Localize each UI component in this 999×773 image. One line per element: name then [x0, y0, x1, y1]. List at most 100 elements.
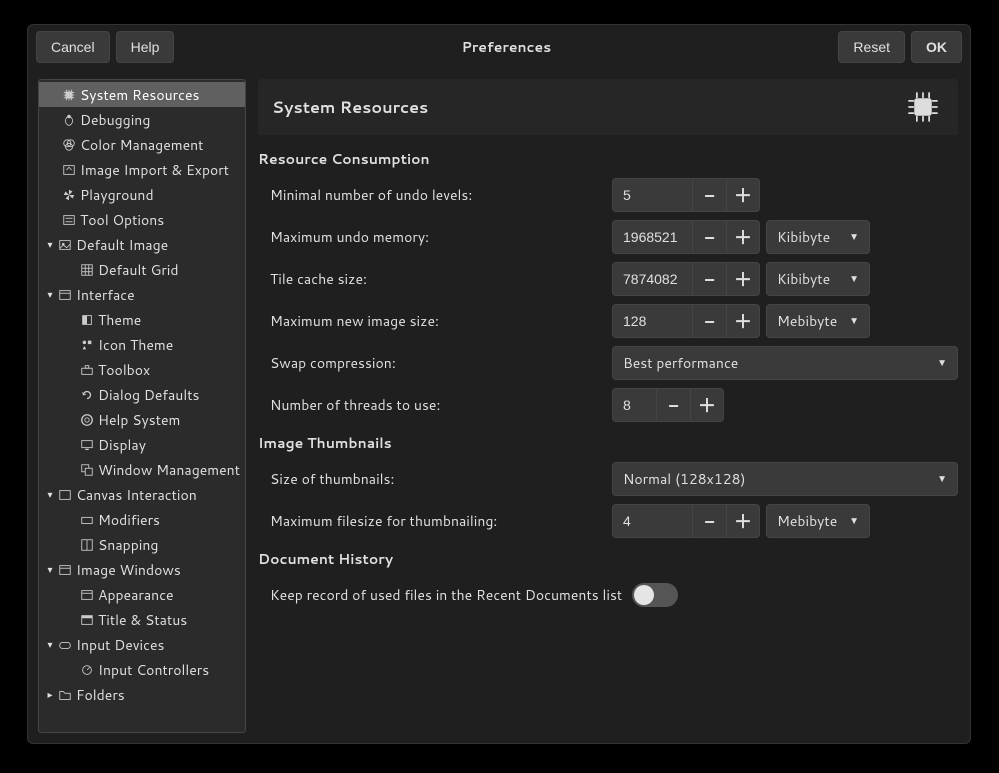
dropdown-label: Normal (128x128): [623, 469, 929, 489]
sidebar-item-folders[interactable]: ▸ Folders: [39, 682, 245, 707]
sidebar-item-display[interactable]: Display: [39, 432, 245, 457]
thumb-size-dropdown[interactable]: Normal (128x128) ▼: [612, 462, 958, 496]
cancel-button[interactable]: Cancel: [36, 31, 110, 63]
plus-button[interactable]: ＋: [726, 504, 760, 538]
undo-levels-input[interactable]: [612, 178, 692, 212]
chevron-right-icon[interactable]: ▸: [43, 688, 57, 702]
chevron-down-icon[interactable]: ▾: [43, 288, 57, 302]
minus-button[interactable]: −: [656, 388, 690, 422]
sidebar-item-system-resources[interactable]: System Resources: [39, 82, 245, 107]
swap-compression-dropdown[interactable]: Best performance ▼: [612, 346, 958, 380]
sidebar-item-image-windows[interactable]: ▾ Image Windows: [39, 557, 245, 582]
help-button[interactable]: Help: [116, 31, 175, 63]
row-undo-memory: Maximum undo memory: − ＋ Kibibyte ▼: [258, 219, 958, 255]
chevron-down-icon[interactable]: ▾: [43, 638, 57, 652]
lifebuoy-icon: [79, 412, 95, 428]
chevron-down-icon[interactable]: ▾: [43, 238, 57, 252]
threads-input[interactable]: [612, 388, 656, 422]
undo-memory-input[interactable]: [612, 220, 692, 254]
tile-cache-unit-dropdown[interactable]: Kibibyte ▼: [766, 262, 870, 296]
panel-content: System Resources Resource Consumption Mi…: [258, 79, 960, 733]
sidebar-item-modifiers[interactable]: Modifiers: [39, 507, 245, 532]
category-tree[interactable]: System Resources Debugging Color Managem…: [38, 79, 246, 733]
sidebar-item-icon-theme[interactable]: Icon Theme: [39, 332, 245, 357]
sidebar-item-toolbox[interactable]: Toolbox: [39, 357, 245, 382]
sidebar-item-color-management[interactable]: Color Management: [39, 132, 245, 157]
dropdown-label: Kibibyte: [777, 269, 841, 289]
icon-theme-icon: [79, 337, 95, 353]
chevron-down-icon: ▼: [849, 272, 859, 286]
sidebar-item-theme[interactable]: Theme: [39, 307, 245, 332]
sidebar-item-snapping[interactable]: Snapping: [39, 532, 245, 557]
max-new-image-input[interactable]: [612, 304, 692, 338]
sidebar-item-image-import-export[interactable]: Image Import & Export: [39, 157, 245, 182]
sidebar-item-label: Image Windows: [76, 560, 181, 580]
folder-icon: [57, 687, 73, 703]
chip-icon: [61, 87, 77, 103]
plus-button[interactable]: ＋: [726, 262, 760, 296]
ok-button[interactable]: OK: [911, 31, 962, 63]
thumb-max-filesize-unit-dropdown[interactable]: Mebibyte ▼: [766, 504, 870, 538]
keep-recent-toggle[interactable]: [632, 583, 678, 607]
sidebar-item-label: Icon Theme: [98, 335, 173, 355]
dropdown-label: Mebibyte: [777, 311, 841, 331]
sidebar-item-interface[interactable]: ▾ Interface: [39, 282, 245, 307]
sidebar-item-label: Canvas Interaction: [76, 485, 197, 505]
chevron-down-icon[interactable]: ▾: [43, 563, 57, 577]
sidebar-item-canvas-interaction[interactable]: ▾ Canvas Interaction: [39, 482, 245, 507]
max-new-image-unit-dropdown[interactable]: Mebibyte ▼: [766, 304, 870, 338]
import-export-icon: [61, 162, 77, 178]
undo-memory-unit-dropdown[interactable]: Kibibyte ▼: [766, 220, 870, 254]
sidebar-item-window-management[interactable]: Window Management: [39, 457, 245, 482]
sidebar-item-default-image[interactable]: ▾ Default Image: [39, 232, 245, 257]
sidebar-item-tool-options[interactable]: Tool Options: [39, 207, 245, 232]
minus-button[interactable]: −: [692, 220, 726, 254]
toggle-knob: [634, 585, 654, 605]
section-image-thumbnails: Image Thumbnails: [258, 433, 958, 453]
appearance-icon: [79, 587, 95, 603]
canvas-icon: [57, 487, 73, 503]
titlebar: Cancel Help Preferences Reset OK: [28, 25, 970, 69]
label-tile-cache: Tile cache size:: [258, 269, 612, 289]
panel-title: System Resources: [272, 96, 902, 119]
label-thumb-max-filesize: Maximum filesize for thumbnailing:: [258, 511, 612, 531]
plus-button[interactable]: ＋: [726, 220, 760, 254]
minus-button[interactable]: −: [692, 178, 726, 212]
thumb-max-filesize-input[interactable]: [612, 504, 692, 538]
color-circles-icon: [61, 137, 77, 153]
chevron-down-icon: ▼: [937, 356, 947, 370]
sidebar-item-input-devices[interactable]: ▾ Input Devices: [39, 632, 245, 657]
plus-button[interactable]: ＋: [726, 304, 760, 338]
plus-button[interactable]: ＋: [726, 178, 760, 212]
sidebar-item-title-status[interactable]: Title & Status: [39, 607, 245, 632]
sidebar-item-input-controllers[interactable]: Input Controllers: [39, 657, 245, 682]
sidebar-item-label: Theme: [98, 310, 141, 330]
sidebar-item-appearance[interactable]: Appearance: [39, 582, 245, 607]
sidebar-item-label: Image Import & Export: [80, 160, 229, 180]
row-swap-compression: Swap compression: Best performance ▼: [258, 345, 958, 381]
minus-button[interactable]: −: [692, 262, 726, 296]
row-keep-recent: Keep record of used files in the Recent …: [258, 577, 958, 613]
toolbox-icon: [79, 362, 95, 378]
window-icon: [57, 287, 73, 303]
label-thumb-size: Size of thumbnails:: [258, 469, 612, 489]
spin-undo-levels: − ＋: [612, 178, 760, 212]
sidebar-item-help-system[interactable]: Help System: [39, 407, 245, 432]
sidebar-item-playground[interactable]: Playground: [39, 182, 245, 207]
chevron-down-icon[interactable]: ▾: [43, 488, 57, 502]
window-icon: [57, 562, 73, 578]
reset-button[interactable]: Reset: [838, 31, 905, 63]
spin-max-new-image: − ＋: [612, 304, 760, 338]
dropdown-label: Mebibyte: [777, 511, 841, 531]
plus-button[interactable]: ＋: [690, 388, 724, 422]
sidebar-item-debugging[interactable]: Debugging: [39, 107, 245, 132]
minus-button[interactable]: −: [692, 304, 726, 338]
sidebar-item-default-grid[interactable]: Default Grid: [39, 257, 245, 282]
label-keep-recent: Keep record of used files in the Recent …: [258, 585, 622, 605]
sidebar-item-label: Tool Options: [80, 210, 164, 230]
tile-cache-input[interactable]: [612, 262, 692, 296]
label-undo-levels: Minimal number of undo levels:: [258, 185, 612, 205]
sidebar-item-label: Window Management: [98, 460, 240, 480]
sidebar-item-dialog-defaults[interactable]: Dialog Defaults: [39, 382, 245, 407]
minus-button[interactable]: −: [692, 504, 726, 538]
